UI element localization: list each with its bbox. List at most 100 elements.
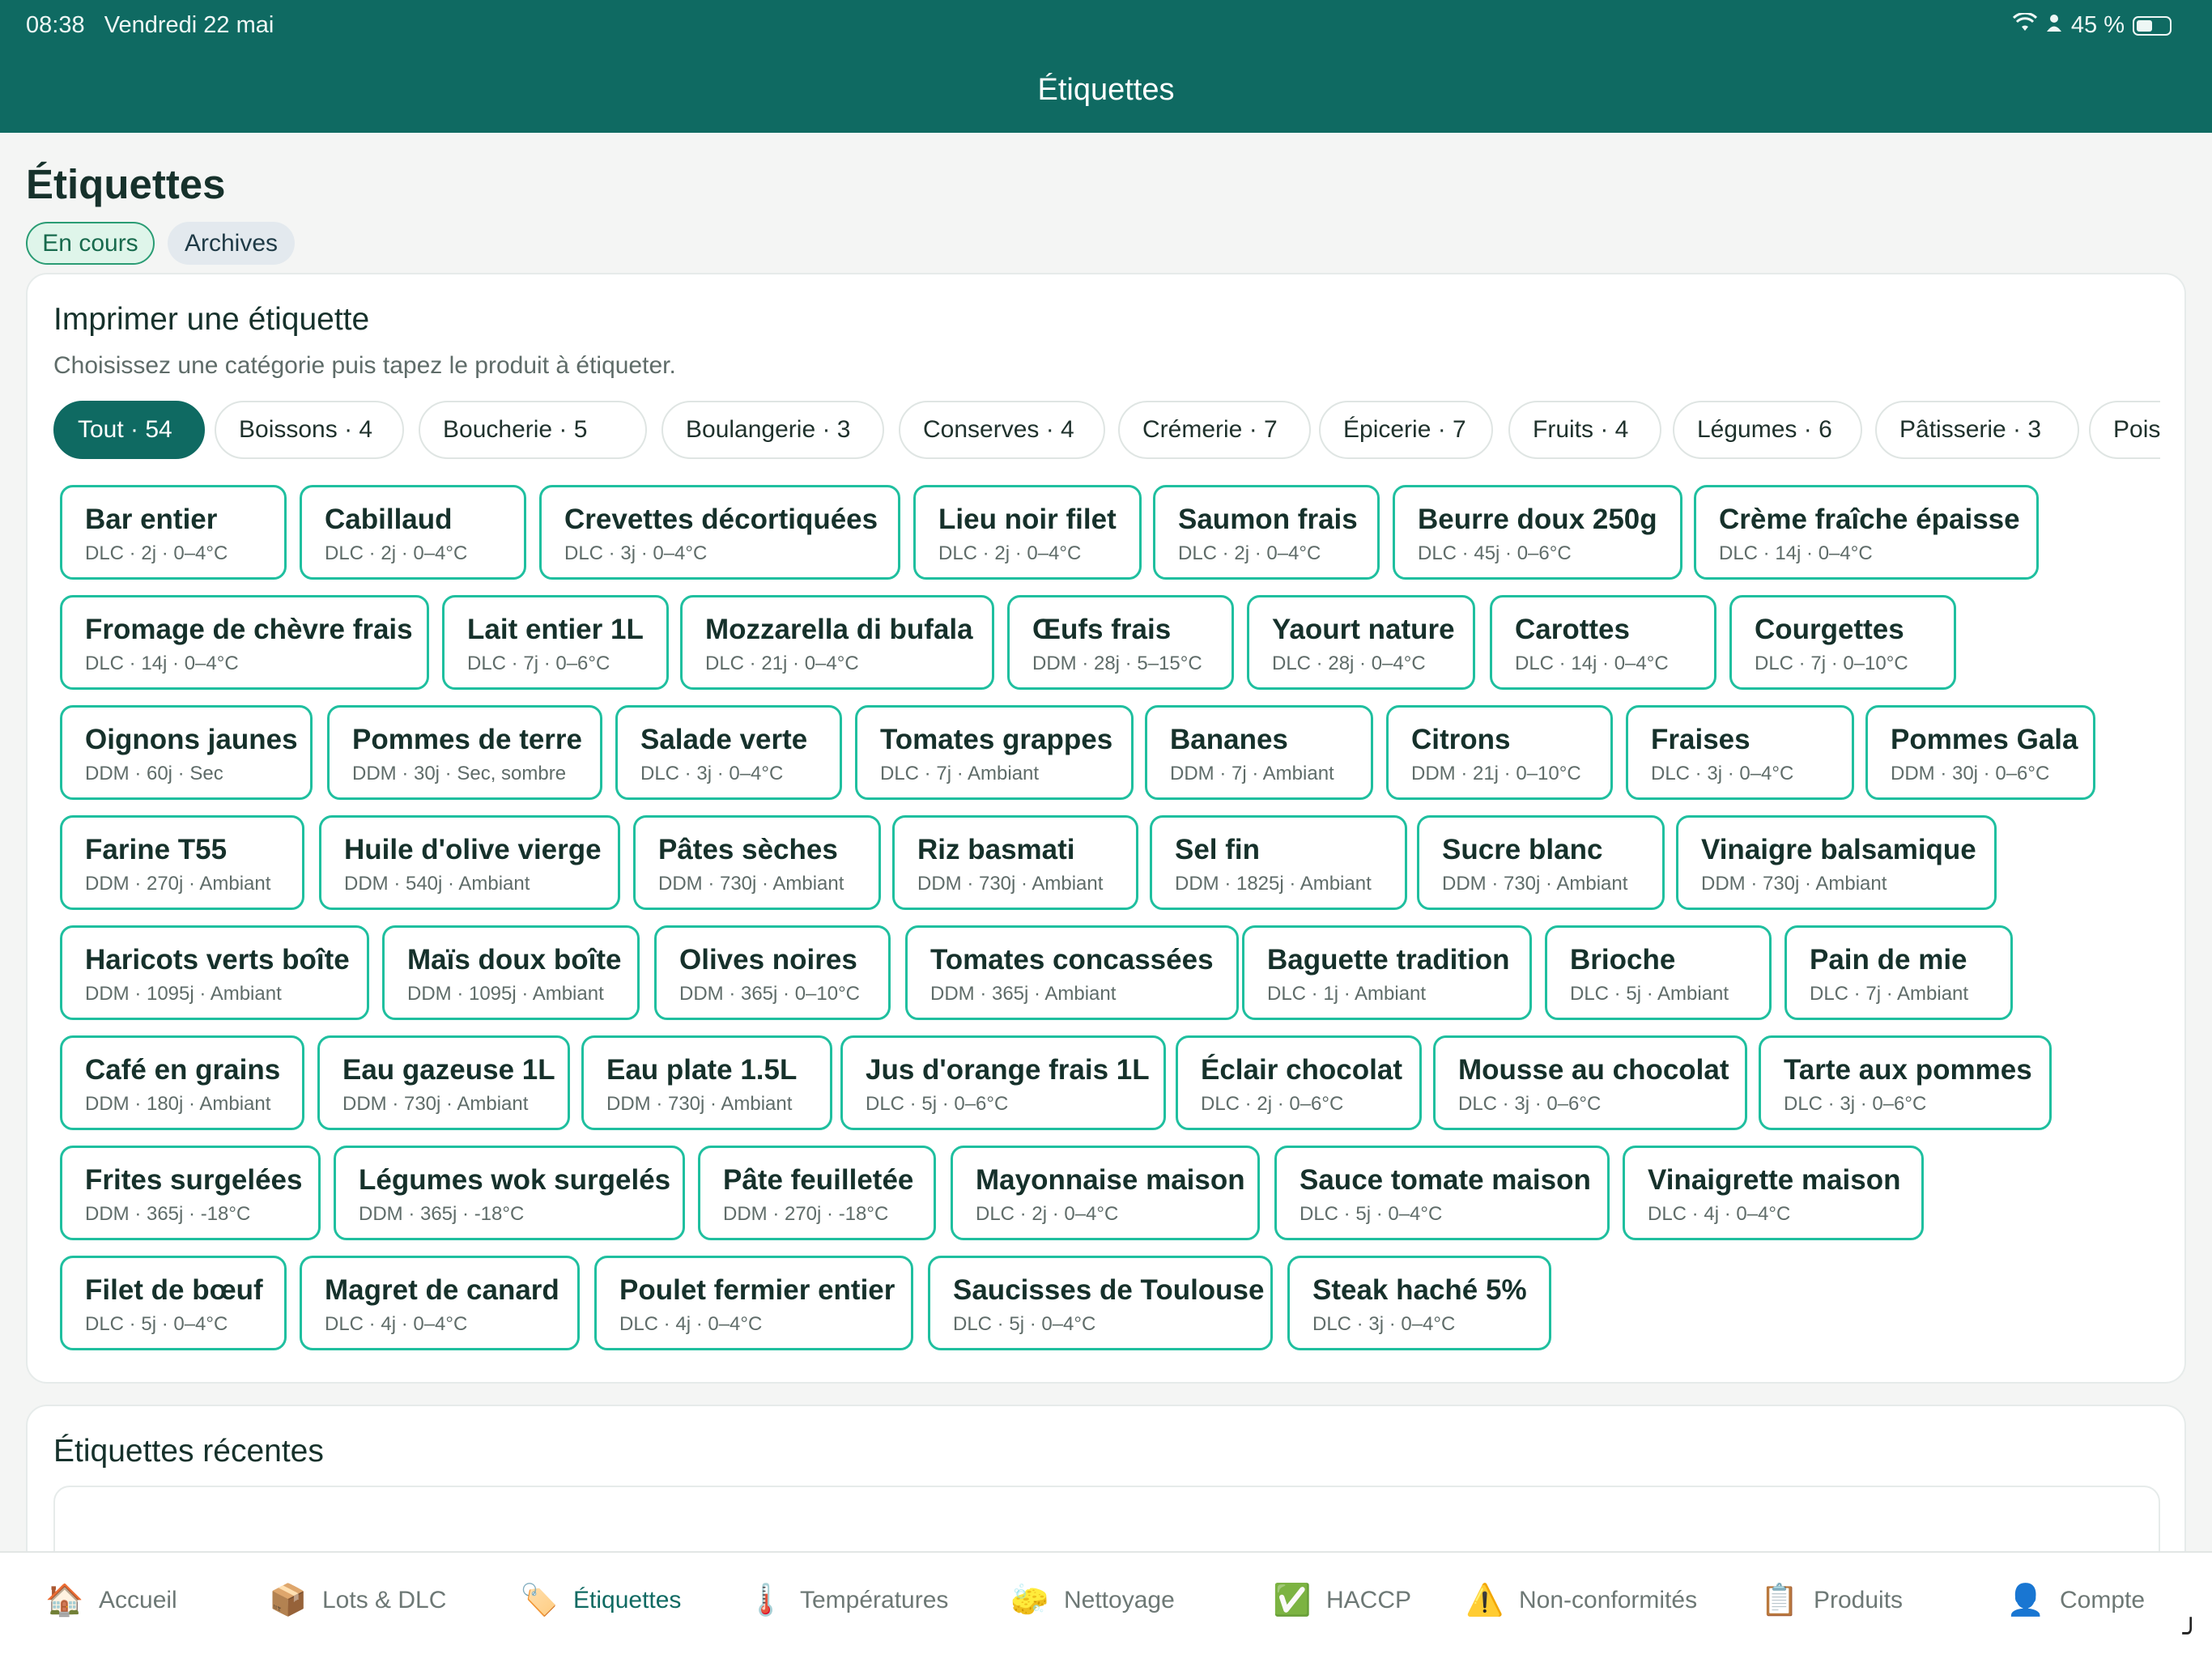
product-tile[interactable]: Filet de bœuf DLC · 5j · 0–4°C — [60, 1256, 287, 1350]
tab-non-conformites[interactable]: ⚠️ Non-conformités — [1465, 1577, 1697, 1624]
category-chip[interactable]: Boulangerie · 3 — [661, 401, 884, 459]
package-icon: 📦 — [269, 1584, 308, 1618]
product-tile[interactable]: Fromage de chèvre frais DLC · 14j · 0–4°C — [60, 595, 429, 690]
product-tile[interactable]: Éclair chocolat DLC · 2j · 0–6°C — [1176, 1035, 1422, 1130]
product-tile[interactable]: Poulet fermier entier DLC · 4j · 0–4°C — [594, 1256, 913, 1350]
product-tile[interactable]: Tomates concassées DDM · 365j · Ambiant — [905, 925, 1239, 1020]
status-date: Vendredi 22 mai — [104, 12, 274, 38]
recent-labels-title: Étiquettes récentes — [53, 1434, 324, 1469]
product-tile[interactable]: Carottes DLC · 14j · 0–4°C — [1490, 595, 1716, 690]
product-tile[interactable]: Courgettes DLC · 7j · 0–10°C — [1729, 595, 1956, 690]
product-tile[interactable]: Maïs doux boîte DDM · 1095j · Ambiant — [382, 925, 640, 1020]
product-tile[interactable]: Vinaigre balsamique DDM · 730j · Ambiant — [1676, 815, 1997, 910]
product-tile[interactable]: Mayonnaise maison DLC · 2j · 0–4°C — [951, 1146, 1260, 1240]
product-tile[interactable]: Sucre blanc DDM · 730j · Ambiant — [1417, 815, 1665, 910]
product-tile[interactable]: Pâte feuilletée DDM · 270j · -18°C — [698, 1146, 936, 1240]
product-tile[interactable]: Saucisses de Toulouse DLC · 5j · 0–4°C — [928, 1256, 1273, 1350]
product-tile[interactable]: Brioche DLC · 5j · Ambiant — [1545, 925, 1772, 1020]
category-chip[interactable]: Tout · 54 — [53, 401, 205, 459]
product-tile[interactable]: Jus d'orange frais 1L DLC · 5j · 0–6°C — [840, 1035, 1166, 1130]
product-meta: DDM · 1095j · Ambiant — [85, 983, 282, 1005]
product-tile[interactable]: Eau plate 1.5L DDM · 730j · Ambiant — [581, 1035, 832, 1130]
product-name: Bar entier — [85, 504, 218, 535]
product-tile[interactable]: Tarte aux pommes DLC · 3j · 0–6°C — [1759, 1035, 2052, 1130]
product-meta: DDM · 540j · Ambiant — [344, 873, 530, 895]
category-chip[interactable]: Fruits · 4 — [1508, 401, 1661, 459]
product-tile[interactable]: Pain de mie DLC · 7j · Ambiant — [1784, 925, 2013, 1020]
category-chip[interactable]: Épicerie · 7 — [1319, 401, 1493, 459]
product-tile[interactable]: Salade verte DLC · 3j · 0–4°C — [615, 705, 842, 800]
tab-produits[interactable]: 📋 Produits — [1760, 1577, 1903, 1624]
account-icon: 👤 — [2006, 1584, 2045, 1618]
segment-en-cours[interactable]: En cours — [26, 222, 155, 265]
resize-grip-icon[interactable]: ╯ — [2183, 1618, 2199, 1650]
product-tile[interactable]: Tomates grappes DLC · 7j · Ambiant — [855, 705, 1134, 800]
category-chip[interactable]: Crémerie · 7 — [1118, 401, 1311, 459]
product-tile[interactable]: Fraises DLC · 3j · 0–4°C — [1626, 705, 1854, 800]
product-tile[interactable]: Œufs frais DDM · 28j · 5–15°C — [1007, 595, 1234, 690]
product-name: Saumon frais — [1178, 504, 1358, 535]
tab-etiquettes[interactable]: 🏷️ Étiquettes — [520, 1577, 681, 1624]
product-tile[interactable]: Citrons DDM · 21j · 0–10°C — [1386, 705, 1613, 800]
product-tile[interactable]: Pâtes sèches DDM · 730j · Ambiant — [633, 815, 881, 910]
product-tile[interactable]: Sauce tomate maison DLC · 5j · 0–4°C — [1274, 1146, 1610, 1240]
product-tile[interactable]: Baguette tradition DLC · 1j · Ambiant — [1242, 925, 1532, 1020]
product-meta: DLC · 7j · 0–10°C — [1755, 653, 1908, 674]
tab-lots-dlc[interactable]: 📦 Lots & DLC — [269, 1577, 446, 1624]
product-tile[interactable]: Saumon frais DLC · 2j · 0–4°C — [1153, 485, 1380, 580]
product-meta: DDM · 7j · Ambiant — [1170, 763, 1334, 784]
product-tile[interactable]: Crevettes décortiquées DLC · 3j · 0–4°C — [539, 485, 900, 580]
product-tile[interactable]: Vinaigrette maison DLC · 4j · 0–4°C — [1623, 1146, 1924, 1240]
product-tile[interactable]: Sel fin DDM · 1825j · Ambiant — [1150, 815, 1407, 910]
product-tile[interactable]: Oignons jaunes DDM · 60j · Sec — [60, 705, 313, 800]
tab-nettoyage[interactable]: 🧽 Nettoyage — [1010, 1577, 1175, 1624]
product-tile[interactable]: Légumes wok surgelés DDM · 365j · -18°C — [334, 1146, 685, 1240]
product-tile[interactable]: Frites surgelées DDM · 365j · -18°C — [60, 1146, 321, 1240]
category-chip[interactable]: Légumes · 6 — [1673, 401, 1862, 459]
category-chip[interactable]: Boucherie · 5 — [419, 401, 647, 459]
product-tile[interactable]: Olives noires DDM · 365j · 0–10°C — [654, 925, 891, 1020]
product-tile[interactable]: Mozzarella di bufala DLC · 21j · 0–4°C — [680, 595, 994, 690]
category-chips[interactable]: Tout · 54 Boissons · 4 Boucherie · 5 Bou… — [53, 401, 2160, 461]
product-tile[interactable]: Riz basmati DDM · 730j · Ambiant — [892, 815, 1138, 910]
product-tile[interactable]: Beurre doux 250g DLC · 45j · 0–6°C — [1393, 485, 1682, 580]
product-tile[interactable]: Farine T55 DDM · 270j · Ambiant — [60, 815, 304, 910]
product-tile[interactable]: Steak haché 5% DLC · 3j · 0–4°C — [1287, 1256, 1551, 1350]
tab-compte[interactable]: 👤 Compte — [2006, 1577, 2145, 1624]
product-tile[interactable]: Huile d'olive vierge DDM · 540j · Ambiant — [319, 815, 620, 910]
product-name: Sauce tomate maison — [1300, 1164, 1591, 1196]
product-tile[interactable]: Yaourt nature DLC · 28j · 0–4°C — [1247, 595, 1475, 690]
product-name: Saucisses de Toulouse — [953, 1274, 1265, 1306]
product-tile[interactable]: Bananes DDM · 7j · Ambiant — [1145, 705, 1373, 800]
product-tile[interactable]: Pommes de terre DDM · 30j · Sec, sombre — [327, 705, 602, 800]
tab-label: Nettoyage — [1064, 1587, 1175, 1613]
category-chip[interactable]: Boissons · 4 — [215, 401, 404, 459]
product-tile[interactable]: Lait entier 1L DLC · 7j · 0–6°C — [442, 595, 669, 690]
product-tile[interactable]: Bar entier DLC · 2j · 0–4°C — [60, 485, 287, 580]
tab-label: Accueil — [99, 1587, 177, 1613]
tab-accueil[interactable]: 🏠 Accueil — [45, 1577, 177, 1624]
category-chip[interactable]: Poissonnerie · 5 — [2089, 401, 2160, 459]
product-tile[interactable]: Café en grains DDM · 180j · Ambiant — [60, 1035, 304, 1130]
segment-archives[interactable]: Archives — [168, 222, 295, 265]
product-tile[interactable]: Eau gazeuse 1L DDM · 730j · Ambiant — [317, 1035, 570, 1130]
category-chip[interactable]: Conserves · 4 — [899, 401, 1105, 459]
product-tile[interactable]: Mousse au chocolat DLC · 3j · 0–6°C — [1433, 1035, 1747, 1130]
category-chip[interactable]: Pâtisserie · 3 — [1875, 401, 2079, 459]
product-tile[interactable]: Magret de canard DLC · 4j · 0–4°C — [300, 1256, 580, 1350]
tab-temperatures[interactable]: 🌡️ Températures — [747, 1577, 948, 1624]
product-tile[interactable]: Lieu noir filet DLC · 2j · 0–4°C — [913, 485, 1142, 580]
product-meta: DLC · 3j · 0–4°C — [564, 542, 708, 564]
product-meta: DLC · 7j · Ambiant — [880, 763, 1040, 784]
product-tile[interactable]: Haricots verts boîte DDM · 1095j · Ambian… — [60, 925, 369, 1020]
product-meta: DDM · 730j · Ambiant — [342, 1093, 529, 1115]
product-meta: DDM · 365j · -18°C — [85, 1203, 251, 1225]
product-tile[interactable]: Pommes Gala DDM · 30j · 0–6°C — [1865, 705, 2095, 800]
tab-haccp[interactable]: ✅ HACCP — [1273, 1577, 1411, 1624]
product-meta: DLC · 3j · 0–6°C — [1784, 1093, 1927, 1115]
battery-level: 45 % — [2070, 12, 2125, 38]
product-meta: DLC · 2j · 0–6°C — [1201, 1093, 1344, 1115]
product-name: Vinaigrette maison — [1648, 1164, 1901, 1196]
product-tile[interactable]: Cabillaud DLC · 2j · 0–4°C — [300, 485, 526, 580]
product-tile[interactable]: Crème fraîche épaisse DLC · 14j · 0–4°C — [1694, 485, 2039, 580]
